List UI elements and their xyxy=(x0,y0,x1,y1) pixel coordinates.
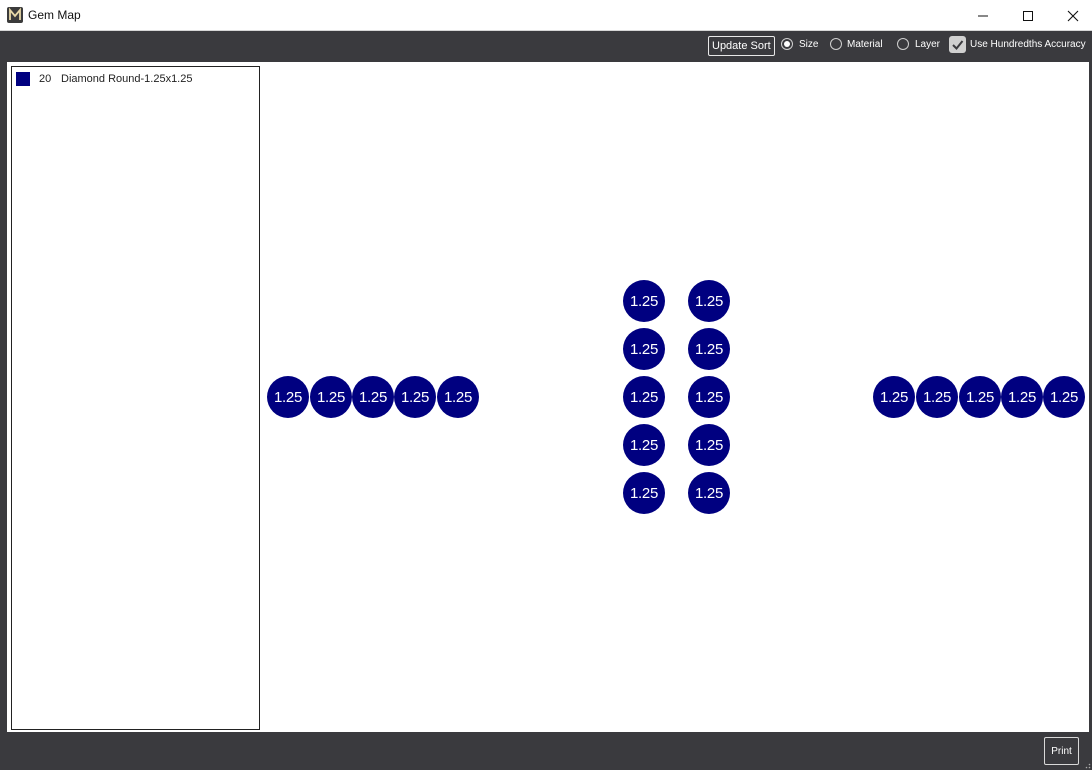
print-button[interactable]: Print xyxy=(1044,737,1079,765)
title-bar: Gem Map xyxy=(0,0,1092,31)
gem-marker[interactable]: 1.25 xyxy=(623,280,665,322)
gem-marker[interactable]: 1.25 xyxy=(267,376,309,418)
toolbar: Update Sort Size Material Layer Use Hund… xyxy=(0,31,1092,61)
gem-marker[interactable]: 1.25 xyxy=(688,376,730,418)
gem-marker[interactable]: 1.25 xyxy=(352,376,394,418)
minimize-icon xyxy=(978,15,988,16)
gem-map-canvas: 1.25 1.25 1.25 1.25 1.25 1.25 1.25 1.25 1.25 1.25… xyxy=(7,62,1089,732)
gem-marker[interactable]: 1.25 xyxy=(959,376,1001,418)
gem-marker[interactable]: 1.25 xyxy=(394,376,436,418)
gem-marker[interactable]: 1.25 xyxy=(1001,376,1043,418)
maximize-button[interactable] xyxy=(1005,0,1051,31)
layer-radio[interactable] xyxy=(897,38,909,50)
layer-radio-label[interactable]: Layer xyxy=(915,39,940,50)
gem-marker[interactable]: 1.25 xyxy=(688,424,730,466)
size-radio-label[interactable]: Size xyxy=(799,39,818,50)
close-icon xyxy=(1067,10,1079,21)
resize-grip-icon[interactable] xyxy=(1083,761,1091,769)
gem-marker[interactable]: 1.25 xyxy=(623,376,665,418)
size-radio[interactable] xyxy=(781,38,793,50)
window-title: Gem Map xyxy=(28,8,81,22)
gem-marker[interactable]: 1.25 xyxy=(916,376,958,418)
close-button[interactable] xyxy=(1050,0,1092,31)
material-radio-label[interactable]: Material xyxy=(847,39,883,50)
material-radio[interactable] xyxy=(830,38,842,50)
gem-marker[interactable]: 1.25 xyxy=(310,376,352,418)
update-sort-button[interactable]: Update Sort xyxy=(708,36,775,56)
gem-marker[interactable]: 1.25 xyxy=(688,280,730,322)
gem-marker[interactable]: 1.25 xyxy=(623,424,665,466)
gem-marker[interactable]: 1.25 xyxy=(623,472,665,514)
m-logo-icon xyxy=(7,7,23,23)
maximize-icon xyxy=(1023,10,1033,21)
gem-marker[interactable]: 1.25 xyxy=(688,328,730,370)
main-area: 20 Diamond Round-1.25x1.25 1.25 1.25 1.25 1… xyxy=(7,62,1089,732)
hundredths-label[interactable]: Use Hundredths Accuracy xyxy=(970,39,1086,50)
gem-marker[interactable]: 1.25 xyxy=(437,376,479,418)
check-icon xyxy=(952,40,964,50)
gem-marker[interactable]: 1.25 xyxy=(873,376,915,418)
gem-marker[interactable]: 1.25 xyxy=(1043,376,1085,418)
minimize-button[interactable] xyxy=(960,0,1006,31)
gem-marker[interactable]: 1.25 xyxy=(623,328,665,370)
gem-marker[interactable]: 1.25 xyxy=(688,472,730,514)
hundredths-checkbox[interactable] xyxy=(949,36,966,53)
